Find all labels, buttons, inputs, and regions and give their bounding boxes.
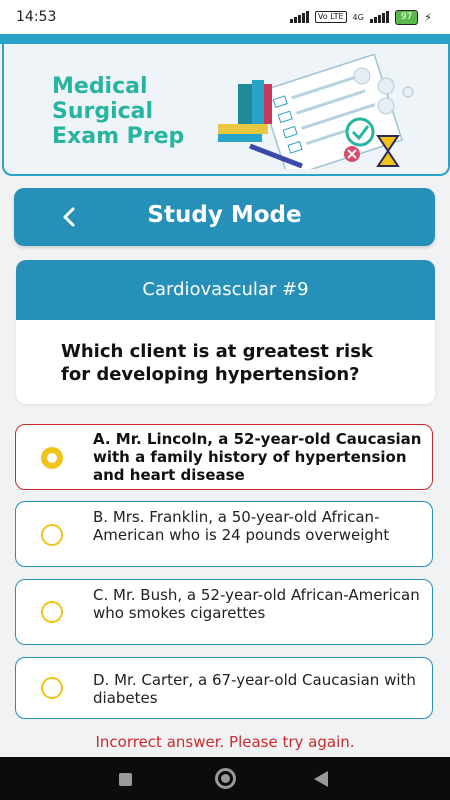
answer-option-a[interactable]: A. Mr. Lincoln, a 52-year-old Caucasian … (15, 424, 433, 490)
status-icons: Vo LTE 4G 97 ⚡ (289, 9, 432, 25)
recents-button[interactable] (96, 757, 156, 800)
radio-icon[interactable] (41, 601, 63, 623)
exam-illustration-icon (218, 54, 414, 169)
study-mode-bar: Study Mode (14, 188, 435, 246)
home-icon (215, 768, 236, 789)
question-category: Cardiovascular #9 (16, 260, 435, 320)
mobile-data-label: 4G (352, 12, 364, 22)
question-text: Which client is at greatest risk for dev… (61, 341, 373, 385)
status-time: 14:53 (16, 9, 57, 25)
answer-option-c[interactable]: C. Mr. Bush, a 52-year-old African-Ameri… (15, 579, 433, 645)
answer-option-label: C. Mr. Bush, a 52-year-old African-Ameri… (93, 586, 420, 622)
back-triangle-icon (314, 771, 328, 787)
mobile-signal-icon (369, 11, 389, 23)
radio-icon[interactable] (41, 677, 63, 699)
question-card: Cardiovascular #9 Which client is at gre… (16, 260, 435, 404)
system-navigation-bar (0, 757, 450, 800)
charging-icon: ⚡ (424, 10, 432, 24)
network-badge: Vo LTE (314, 11, 347, 23)
radio-selected-icon[interactable] (41, 447, 63, 469)
recents-icon (119, 773, 132, 786)
answer-option-d[interactable]: D. Mr. Carter, a 67-year-old Caucasian w… (15, 657, 433, 719)
app-header-banner: Medical Surgical Exam Prep (2, 44, 450, 176)
header-strip (0, 34, 450, 44)
answer-option-label: B. Mrs. Franklin, a 50-year-old African-… (93, 508, 390, 544)
answer-option-b[interactable]: B. Mrs. Franklin, a 50-year-old African-… (15, 501, 433, 567)
signal-strength-icon (289, 11, 309, 23)
back-button[interactable] (292, 757, 352, 800)
status-bar: 14:53 Vo LTE 4G 97 ⚡ (0, 0, 450, 34)
feedback-message: Incorrect answer. Please try again. (95, 733, 355, 751)
app-title: Medical Surgical Exam Prep (52, 74, 185, 149)
home-button[interactable] (195, 757, 255, 800)
page-title: Study Mode (147, 202, 302, 228)
battery-icon: 97 (394, 9, 419, 25)
answer-option-label: D. Mr. Carter, a 67-year-old Caucasian w… (93, 671, 416, 707)
radio-icon[interactable] (41, 524, 63, 546)
answer-option-label: A. Mr. Lincoln, a 52-year-old Caucasian … (93, 430, 422, 484)
